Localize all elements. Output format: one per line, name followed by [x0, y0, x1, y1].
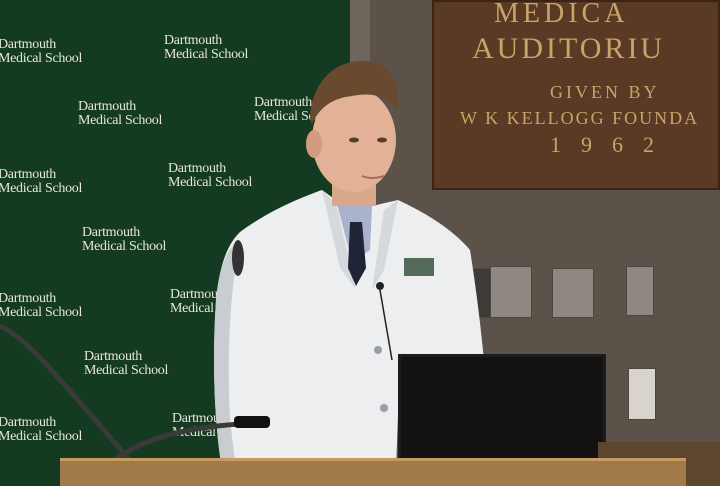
scene: Dartmouth Medical School Dartmouth Medical… [0, 0, 720, 486]
wooden-podium [60, 458, 686, 486]
podium-monitor [398, 354, 606, 466]
podium-microphones [0, 323, 270, 480]
